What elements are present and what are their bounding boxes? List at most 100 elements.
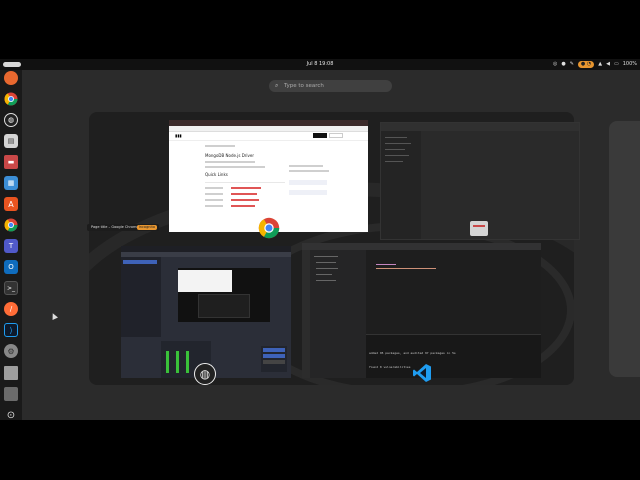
settings-button	[263, 360, 285, 364]
doc-heading: MongoDB Node.js Driver	[205, 153, 255, 158]
letterbox-top	[0, 0, 640, 59]
top-bar: Jul 8 19:08 ◎ ● ✎ ● ◔ ▲ ◀ ▭ 100%	[0, 59, 640, 70]
terminal-output-2: found 0 vulnerabilities	[369, 365, 411, 369]
table-link	[231, 199, 259, 201]
files-sidebar-item	[385, 155, 409, 156]
dock: ◍ ▤ ▬ ▦ A T O >_ / ⟩ ⚙ ⊙	[0, 70, 22, 420]
start-recording-button	[263, 354, 285, 358]
vscode-app-icon	[411, 362, 433, 384]
edit-icon[interactable]: ✎	[570, 60, 574, 69]
explorer-item	[316, 262, 336, 263]
doc-section-heading: Quick Links	[205, 172, 228, 177]
screencast-icon[interactable]: ◎	[553, 60, 557, 69]
battery-level: 100%	[622, 61, 637, 67]
obs-preview	[178, 268, 270, 322]
obs-window-thumbnail[interactable]	[121, 246, 291, 378]
chrome-alt-icon[interactable]	[4, 218, 18, 232]
table-cell	[205, 187, 223, 189]
code-line	[376, 268, 436, 269]
audio-meter	[166, 351, 169, 373]
terminal-icon[interactable]: >_	[4, 281, 18, 295]
window-tooltip: Page title – Google Chrome Incognito	[87, 224, 159, 231]
doc-line	[205, 166, 265, 168]
tooltip-tag: Incognito	[136, 225, 157, 230]
audio-meter	[176, 351, 179, 373]
sidebar-line	[289, 165, 323, 167]
page-primary-button	[313, 133, 327, 138]
files-headerbar	[381, 123, 579, 131]
files-icon[interactable]: ▤	[4, 134, 18, 148]
teams-icon[interactable]: T	[4, 239, 18, 253]
postman-icon[interactable]: /	[4, 302, 18, 316]
desktop-screen: Jul 8 19:08 ◎ ● ✎ ● ◔ ▲ ◀ ▭ 100% ⌕ Type …	[0, 59, 640, 420]
mouse-cursor	[50, 312, 58, 320]
thunderbird-icon[interactable]: ▬	[4, 155, 18, 169]
table-cell	[205, 193, 223, 195]
system-tray[interactable]: ◎ ● ✎ ● ◔ ▲ ◀ ▭ 100%	[553, 60, 637, 69]
search-field[interactable]: ⌕ Type to search	[269, 80, 392, 92]
obs-studio-icon[interactable]: ◍	[4, 113, 18, 127]
obs-controls	[261, 346, 287, 372]
show-apps-icon[interactable]: ⊙	[4, 408, 18, 421]
text-editor-icon[interactable]	[4, 366, 18, 380]
table-rule	[205, 182, 285, 183]
vscode-explorer	[310, 250, 366, 378]
obs-app-icon: ◍	[194, 363, 216, 385]
settings-icon[interactable]: ⚙	[4, 344, 18, 358]
chrome-icon[interactable]	[4, 92, 18, 106]
doc-breadcrumb	[205, 145, 235, 147]
vscode-terminal: added 95 packages, and audited 97 packag…	[366, 334, 541, 378]
files-sidebar	[381, 131, 421, 239]
files-sidebar-item	[385, 149, 405, 150]
terminal-output-1: added 95 packages, and audited 97 packag…	[369, 351, 456, 355]
network-icon[interactable]: ▲	[598, 60, 602, 69]
obs-scenes-panel	[121, 257, 161, 337]
trash-icon[interactable]	[4, 387, 18, 401]
chrome-app-icon	[258, 217, 280, 239]
table-cell	[205, 205, 223, 207]
files-sidebar-item	[385, 137, 407, 138]
clock[interactable]: Jul 8 19:08	[0, 59, 640, 70]
files-sidebar-item	[385, 143, 411, 144]
start-streaming-button	[263, 348, 285, 352]
outlook-icon[interactable]: O	[4, 260, 18, 274]
vscode-window-thumbnail[interactable]: added 95 packages, and audited 97 packag…	[302, 243, 541, 378]
battery-icon[interactable]: ▭	[614, 60, 619, 69]
obs-selected-scene	[123, 260, 157, 264]
vscode-titlebar	[302, 243, 541, 250]
app-store-icon[interactable]: A	[4, 197, 18, 211]
audio-meter	[186, 351, 189, 373]
files-app-icon	[470, 221, 488, 236]
table-link	[231, 187, 261, 189]
sidebar-card	[289, 190, 327, 195]
site-logo: ▮▮▮	[175, 133, 182, 138]
explorer-item	[314, 256, 338, 257]
firefox-icon[interactable]	[4, 71, 18, 85]
preview-browser	[178, 270, 232, 292]
vscode-editor	[366, 250, 541, 334]
vscode-activity-bar	[302, 250, 310, 378]
preview-code	[198, 294, 250, 318]
search-icon: ⌕	[275, 82, 279, 89]
letterbox-bottom	[0, 420, 640, 480]
vscode-icon[interactable]: ⟩	[4, 323, 18, 337]
page-secondary-button	[329, 133, 343, 138]
tooltip-label: Page title – Google Chrome	[91, 225, 139, 229]
explorer-item	[316, 280, 336, 281]
libreoffice-icon[interactable]: ▦	[4, 176, 18, 190]
table-link	[231, 205, 255, 207]
explorer-item	[316, 274, 332, 275]
workspace-next[interactable]	[609, 121, 640, 377]
sidebar-card	[289, 180, 327, 185]
sidebar-line	[289, 170, 329, 172]
search-placeholder: Type to search	[284, 83, 324, 89]
chrome-tray-icon[interactable]: ●	[561, 60, 565, 69]
chrome-window-thumbnail[interactable]: ▮▮▮ MongoDB Node.js Driver Quick Links	[169, 120, 368, 232]
code-line	[376, 264, 396, 265]
volume-icon[interactable]: ◀	[606, 60, 610, 69]
files-sidebar-item	[385, 161, 403, 162]
indicator-pill[interactable]: ● ◔	[577, 61, 595, 68]
page-navbar: ▮▮▮	[169, 132, 368, 141]
explorer-item	[316, 268, 338, 269]
doc-line	[205, 161, 255, 163]
